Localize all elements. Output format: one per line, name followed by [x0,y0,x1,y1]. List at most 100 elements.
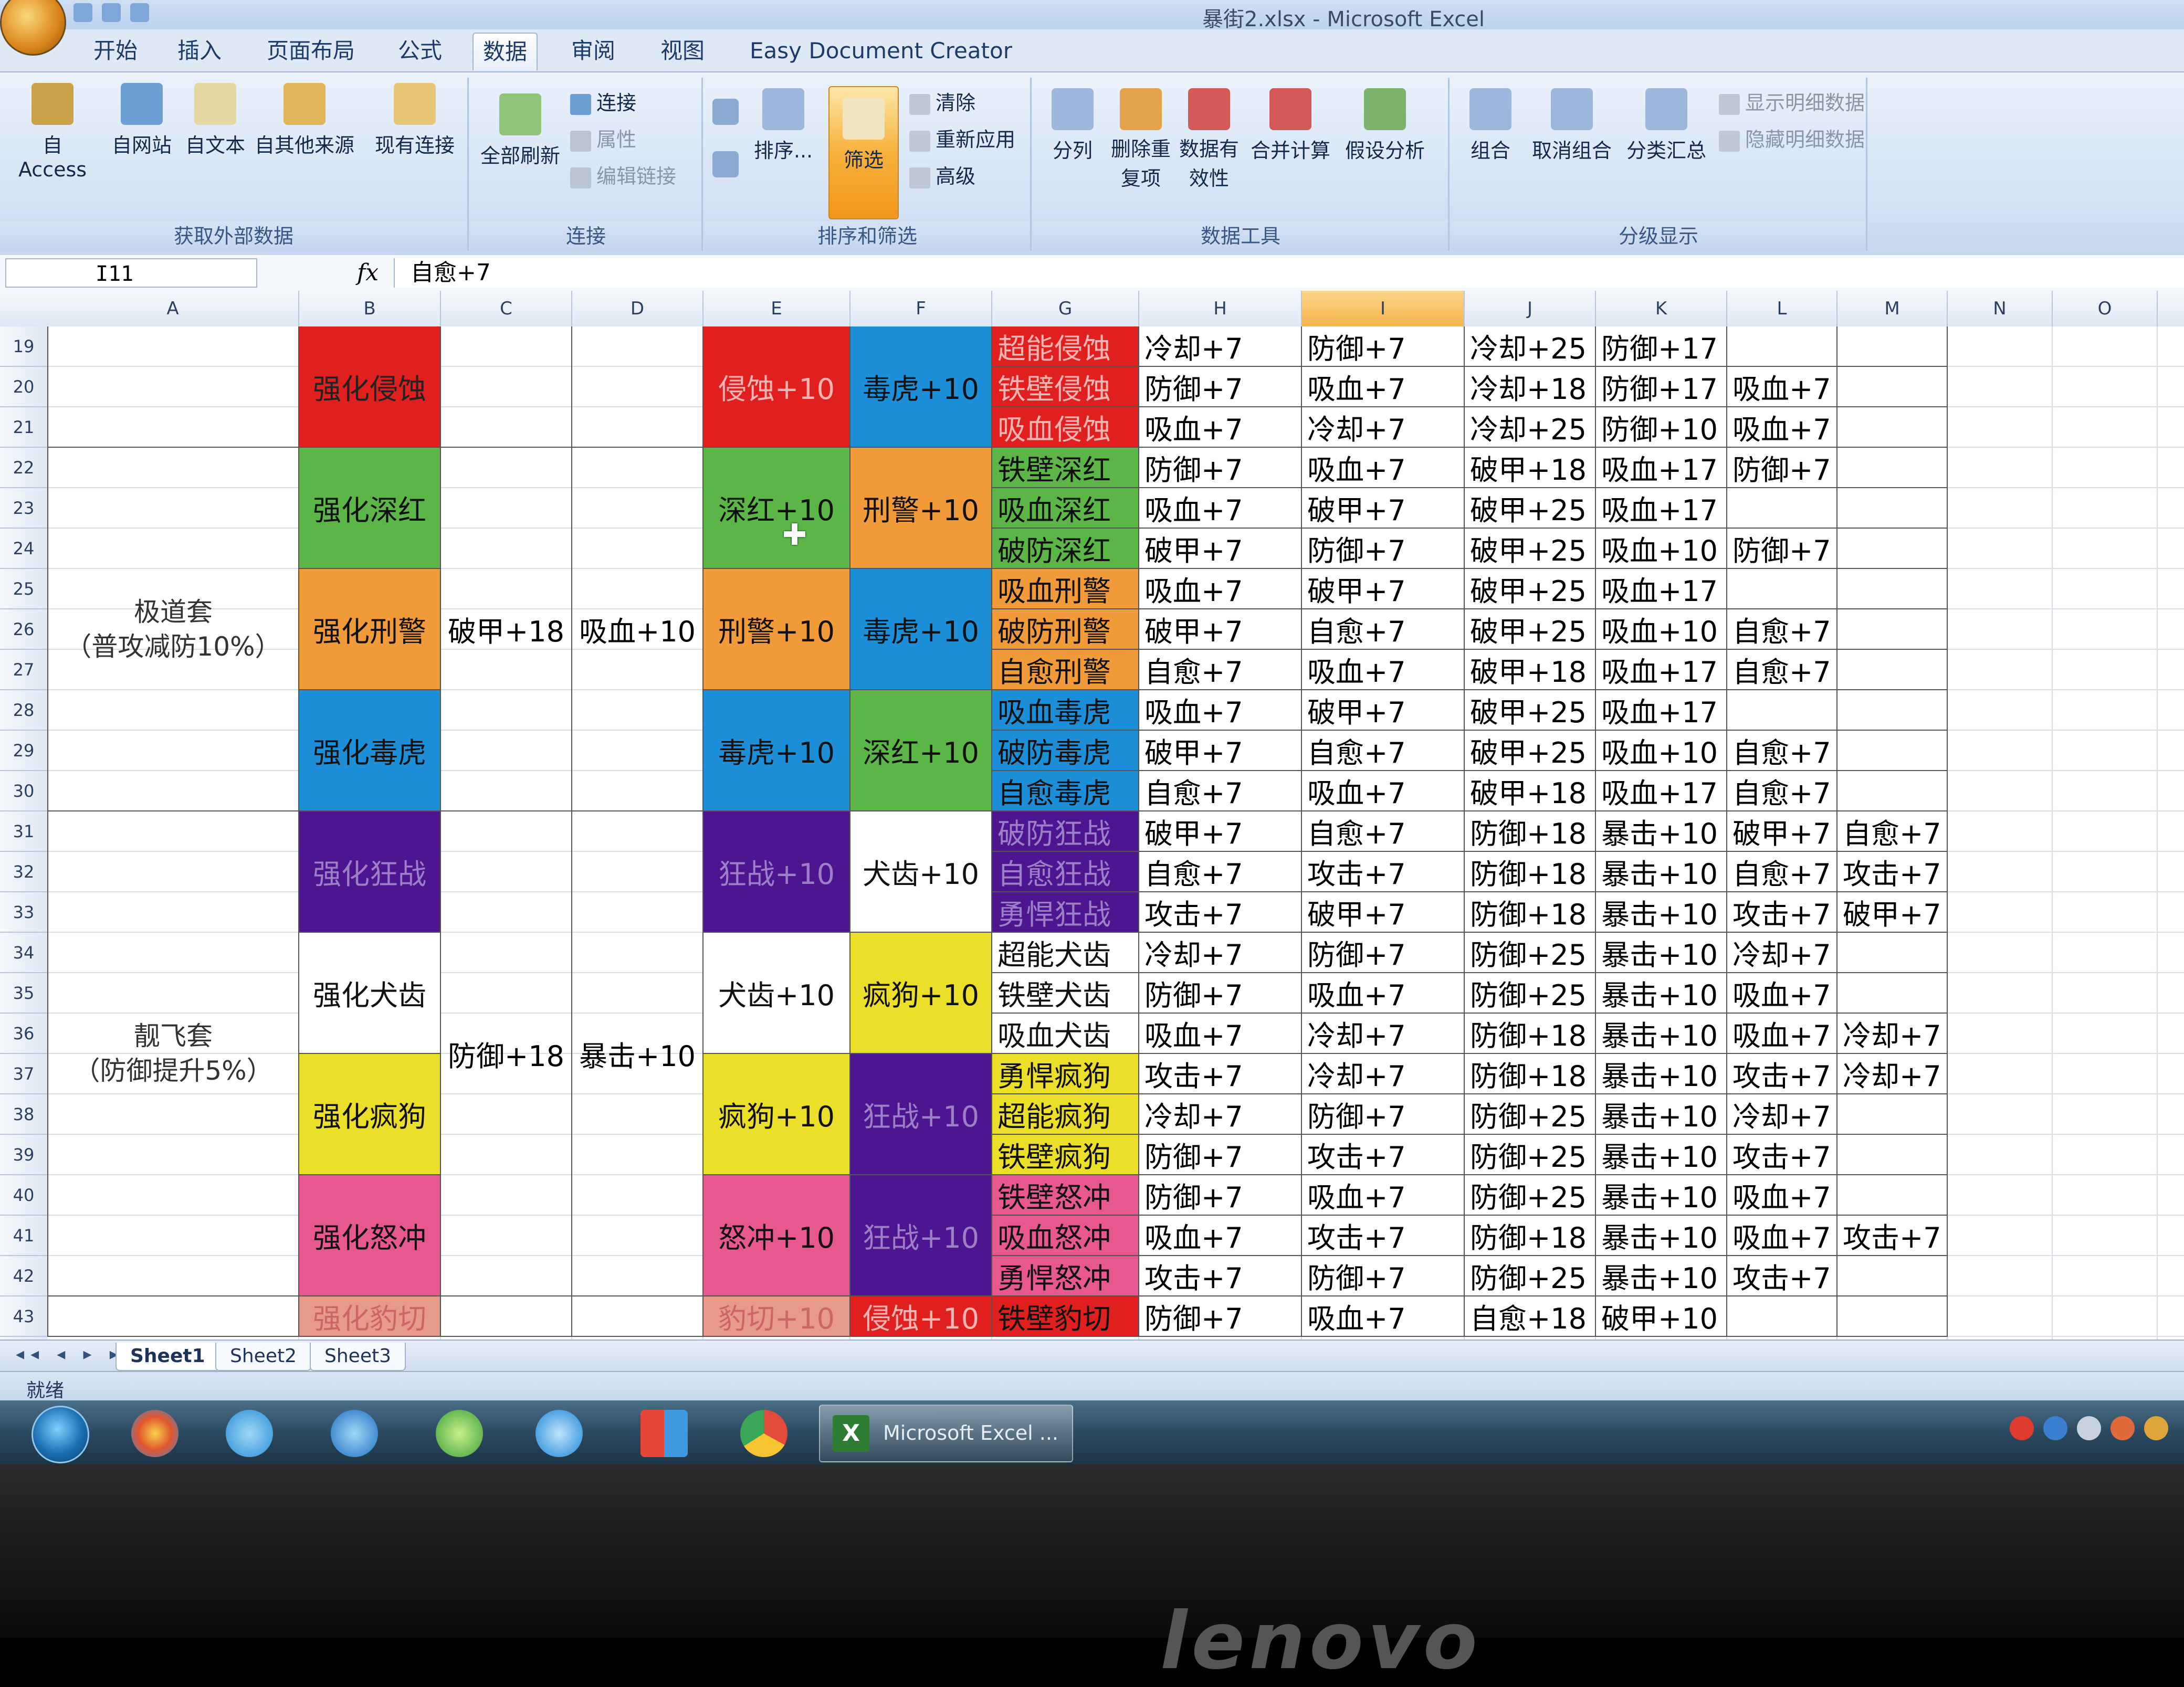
stat-cell[interactable]: 暴击+10 [1596,1256,1727,1296]
stat-cell[interactable]: 自愈+7 [1727,650,1838,690]
internet-explorer-icon[interactable] [331,1410,378,1457]
column-header-o[interactable]: O [2053,291,2158,326]
stat-cell[interactable] [1838,529,1948,569]
set-bonus-c-cell[interactable] [441,326,572,448]
tab-formulas[interactable]: 公式 [388,33,452,69]
set-bonus-c-cell[interactable] [441,1296,572,1337]
row-header-35[interactable]: 35 [0,973,47,1014]
stat-cell[interactable]: 攻击+7 [1302,852,1465,892]
formula-input[interactable]: 自愈+7 [394,258,2184,288]
clear-filter-button[interactable]: 清除 [909,88,975,118]
stat-cell[interactable]: 破甲+7 [1302,488,1465,529]
sort-descending-button[interactable] [710,151,741,182]
column-header-b[interactable]: B [299,291,441,326]
stat-cell[interactable]: 吸血+7 [1302,367,1465,407]
enhance-set-cell[interactable]: 强化疯狗 [299,1054,441,1175]
stat-cell[interactable]: 防御+25 [1465,933,1596,973]
consolidate-button[interactable]: 合并计算 [1248,88,1332,163]
stat-cell[interactable]: 吸血+7 [1302,650,1465,690]
stat-cell[interactable]: 防御+25 [1465,1135,1596,1175]
column-header-c[interactable]: C [441,291,572,326]
stat-cell[interactable]: 防御+25 [1465,1256,1596,1296]
row-header-41[interactable]: 41 [0,1216,47,1256]
enhance-set-cell[interactable]: 强化狂战 [299,811,441,933]
stat-cell[interactable]: 冷却+7 [1139,1094,1302,1135]
taskbar-excel-button[interactable]: X Microsoft Excel ... [819,1405,1073,1462]
undo-icon[interactable] [102,3,121,22]
gear-name-cell[interactable]: 铁壁怒冲 [992,1175,1139,1216]
column-header-l[interactable]: L [1727,291,1838,326]
stat-cell[interactable]: 自愈+18 [1465,1296,1596,1337]
stat-cell[interactable]: 破甲+7 [1139,529,1302,569]
set-bonus-c-cell[interactable]: 破甲+18 [441,448,572,811]
row-header-28[interactable]: 28 [0,690,47,731]
stat-cell[interactable]: 破甲+10 [1596,1296,1727,1337]
stat-cell[interactable]: 攻击+7 [1727,1054,1838,1094]
stat-cell[interactable]: 冷却+7 [1302,1054,1465,1094]
secondary-bonus-cell[interactable]: 狂战+10 [850,1175,992,1296]
main-bonus-cell[interactable]: 狂战+10 [704,811,850,933]
data-validation-button[interactable]: 数据有效性 [1175,88,1243,193]
set-name-cell[interactable] [47,1296,299,1337]
secondary-bonus-cell[interactable]: 疯狗+10 [850,933,992,1054]
redo-icon[interactable] [130,3,149,22]
stat-cell[interactable]: 防御+7 [1139,448,1302,488]
row-header-26[interactable]: 26 [0,609,47,650]
stat-cell[interactable]: 攻击+7 [1838,852,1948,892]
stat-cell[interactable]: 攻击+7 [1727,892,1838,933]
stat-cell[interactable] [1727,488,1838,529]
stat-cell[interactable]: 冷却+7 [1838,1054,1948,1094]
stat-cell[interactable]: 自愈+7 [1139,650,1302,690]
enhance-set-cell[interactable]: 强化深红 [299,448,441,569]
column-header-g[interactable]: G [992,291,1139,326]
stat-cell[interactable]: 吸血+10 [1596,529,1727,569]
stat-cell[interactable]: 破甲+7 [1838,892,1948,933]
row-header-39[interactable]: 39 [0,1135,47,1175]
stat-cell[interactable]: 自愈+7 [1727,771,1838,811]
stat-cell[interactable]: 防御+7 [1727,529,1838,569]
row-header-38[interactable]: 38 [0,1094,47,1135]
row-header-34[interactable]: 34 [0,933,47,973]
row-header-22[interactable]: 22 [0,448,47,488]
stat-cell[interactable]: 防御+7 [1302,529,1465,569]
stat-cell[interactable]: 破甲+7 [1139,811,1302,852]
sort-ascending-button[interactable] [710,99,741,129]
save-icon[interactable] [74,3,92,22]
set-bonus-d-cell[interactable] [572,1296,704,1337]
stat-cell[interactable]: 防御+17 [1596,367,1727,407]
stat-cell[interactable]: 攻击+7 [1139,1256,1302,1296]
sort-button[interactable]: 排序... [747,88,820,163]
stat-cell[interactable]: 吸血+7 [1302,448,1465,488]
stat-cell[interactable] [1838,973,1948,1014]
tab-page-layout[interactable]: 页面布局 [257,33,364,69]
chrome-icon[interactable] [740,1410,788,1457]
stat-cell[interactable]: 自愈+7 [1302,609,1465,650]
row-header-30[interactable]: 30 [0,771,47,811]
start-button[interactable] [32,1406,89,1463]
stat-cell[interactable]: 自愈+7 [1727,731,1838,771]
gear-name-cell[interactable]: 吸血怒冲 [992,1216,1139,1256]
stat-cell[interactable]: 防御+18 [1465,811,1596,852]
stat-cell[interactable]: 破甲+7 [1139,609,1302,650]
stat-cell[interactable]: 破甲+7 [1139,731,1302,771]
stat-cell[interactable]: 吸血+7 [1302,771,1465,811]
row-header-27[interactable]: 27 [0,650,47,690]
gear-name-cell[interactable]: 破防毒虎 [992,731,1139,771]
stat-cell[interactable]: 暴击+10 [1596,1216,1727,1256]
ungroup-button[interactable]: 取消组合 [1525,88,1619,163]
stat-cell[interactable]: 攻击+7 [1139,892,1302,933]
gear-name-cell[interactable]: 吸血毒虎 [992,690,1139,731]
stat-cell[interactable]: 冷却+7 [1139,326,1302,367]
tab-easy-document-creator[interactable]: Easy Document Creator [740,33,1022,69]
gear-name-cell[interactable]: 自愈毒虎 [992,771,1139,811]
tab-review[interactable]: 审阅 [562,33,625,69]
set-bonus-d-cell[interactable] [572,326,704,448]
stat-cell[interactable]: 自愈+7 [1838,811,1948,852]
stat-cell[interactable] [1727,326,1838,367]
gear-name-cell[interactable]: 吸血侵蚀 [992,407,1139,448]
stat-cell[interactable]: 攻击+7 [1838,1216,1948,1256]
row-header-29[interactable]: 29 [0,731,47,771]
set-name-cell[interactable]: 靓飞套 （防御提升5%） [47,811,299,1296]
stat-cell[interactable]: 攻击+7 [1139,1054,1302,1094]
stat-cell[interactable]: 吸血+7 [1302,1296,1465,1337]
